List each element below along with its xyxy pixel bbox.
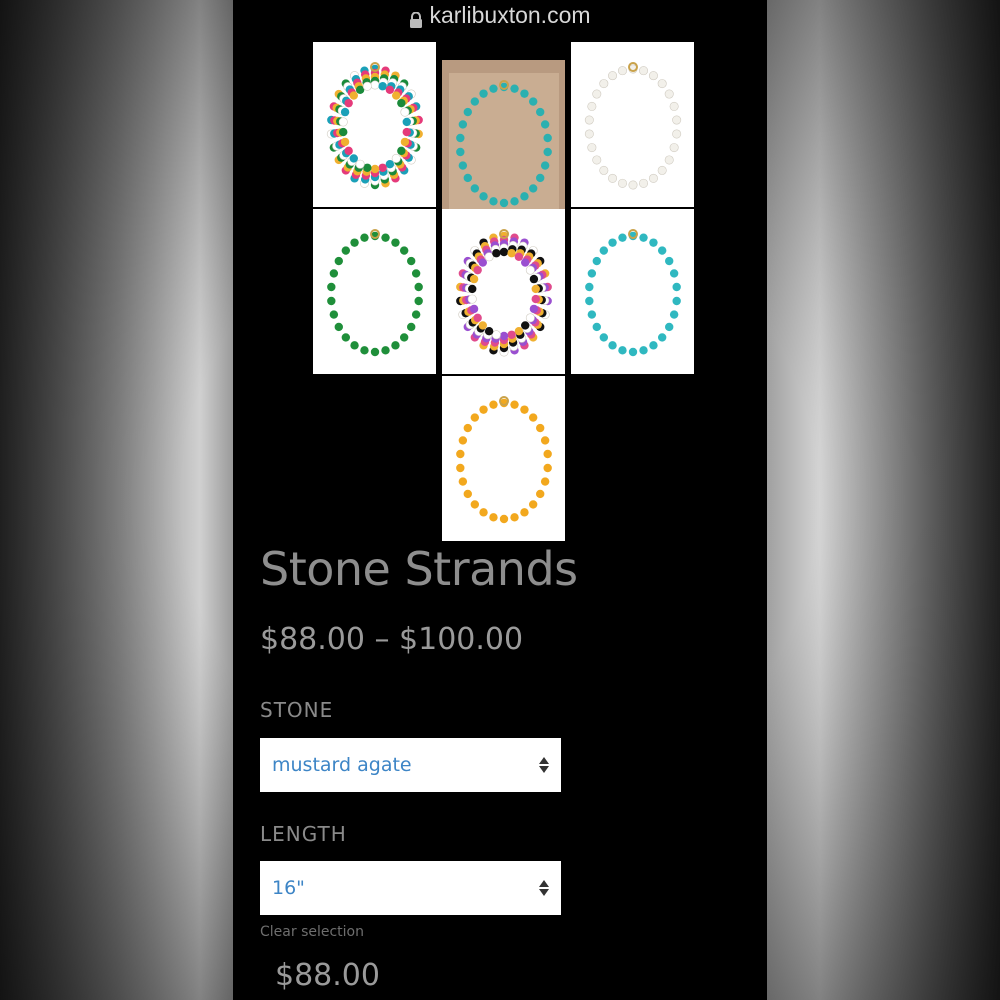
necklace-image xyxy=(584,61,681,190)
length-select[interactable]: 16" xyxy=(260,861,561,915)
thumbnail-white-necklace[interactable] xyxy=(571,42,694,207)
stone-label: STONE xyxy=(260,698,334,722)
select-arrows-icon xyxy=(539,757,549,773)
url-text: karlibuxton.com xyxy=(429,1,591,28)
thumbnail-multicolor-necklace[interactable] xyxy=(442,209,565,374)
necklace-image xyxy=(326,228,423,356)
thumbnail-mustard-necklace[interactable] xyxy=(442,376,565,541)
address-bar[interactable]: karlibuxton.com xyxy=(233,0,767,30)
necklace-image xyxy=(455,395,552,523)
thumbnail-layered-necklaces[interactable] xyxy=(313,42,436,207)
stone-select[interactable]: mustard agate xyxy=(260,738,561,792)
thumbnail-necklaces-on-model[interactable] xyxy=(442,60,565,225)
clear-selection-link[interactable]: Clear selection xyxy=(260,924,364,940)
selected-price: $88.00 xyxy=(275,958,380,993)
phone-screen: karlibuxton.com Stone Strands $88.00 – $… xyxy=(233,0,767,1000)
length-label: LENGTH xyxy=(260,822,347,846)
lock-icon xyxy=(409,7,423,28)
necklace-image xyxy=(326,61,423,189)
length-select-value: 16" xyxy=(272,877,305,899)
necklace-image xyxy=(448,72,559,213)
necklace-image xyxy=(584,228,681,356)
thumbnail-green-necklace[interactable] xyxy=(313,209,436,374)
price-range: $88.00 – $100.00 xyxy=(260,622,524,657)
thumbnail-turquoise-necklace[interactable] xyxy=(571,209,694,374)
necklace-image xyxy=(455,228,552,357)
product-title: Stone Strands xyxy=(260,542,578,596)
select-arrows-icon xyxy=(539,880,549,896)
stone-select-value: mustard agate xyxy=(272,754,412,776)
